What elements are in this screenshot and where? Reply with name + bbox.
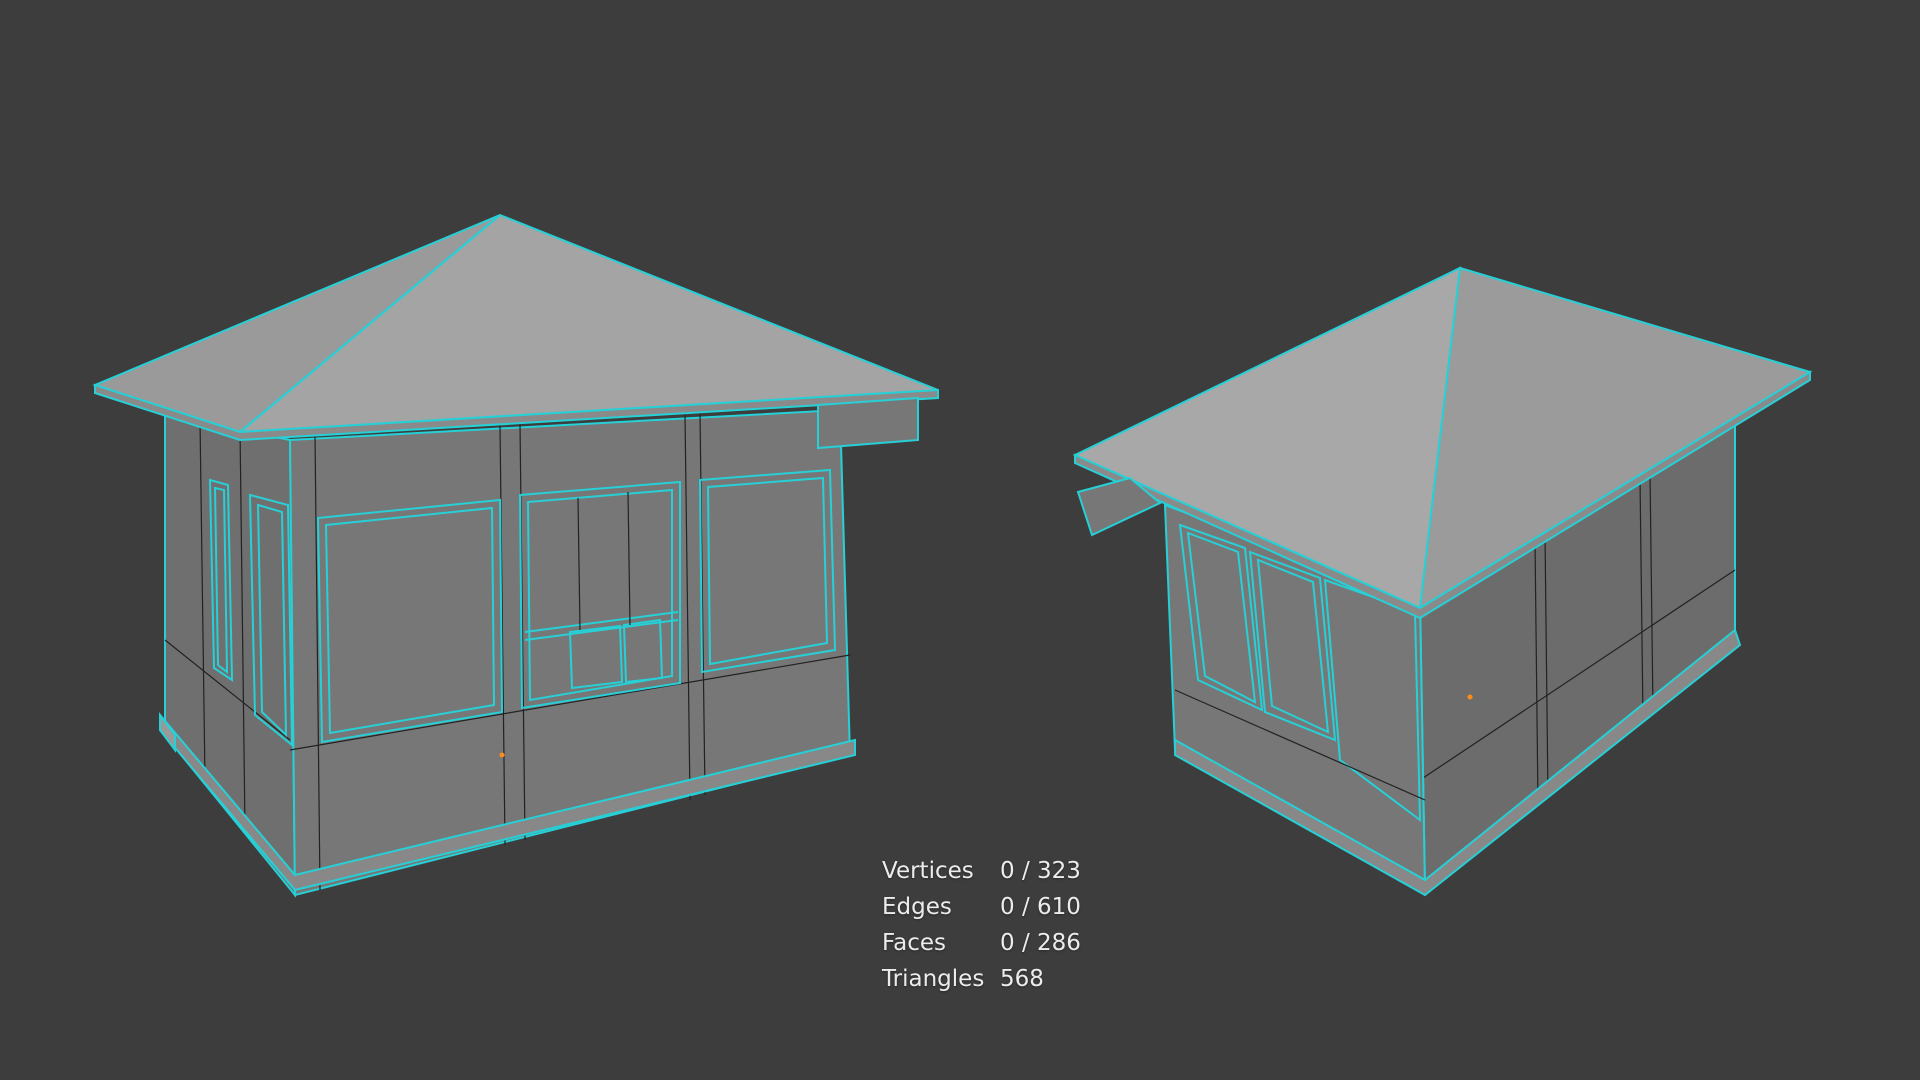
triangles-label: Triangles [882, 966, 985, 992]
origin-point [499, 752, 505, 758]
kiosk-rear-view[interactable] [1072, 266, 1813, 897]
front-gutter [817, 396, 919, 450]
rear-origin-point [1467, 694, 1473, 700]
scene-statistics: Vertices 0 / 323 Edges 0 / 610 Faces 0 /… [882, 853, 1100, 997]
3d-viewport[interactable]: Vertices 0 / 323 Edges 0 / 610 Faces 0 /… [0, 0, 1920, 1080]
stat-row-vertices: Vertices 0 / 323 [882, 853, 1100, 889]
stat-row-faces: Faces 0 / 286 [882, 925, 1100, 961]
stat-row-triangles: Triangles 568 [882, 961, 1100, 997]
faces-label: Faces [882, 930, 946, 956]
kiosk-front-view[interactable] [92, 213, 939, 898]
triangles-value: 568 [1000, 966, 1044, 992]
faces-value: 0 / 286 [1000, 930, 1081, 956]
edges-value: 0 / 610 [1000, 894, 1081, 920]
stat-row-edges: Edges 0 / 610 [882, 889, 1100, 925]
vertices-label: Vertices [882, 858, 974, 884]
vertices-value: 0 / 323 [1000, 858, 1081, 884]
edges-label: Edges [882, 894, 952, 920]
